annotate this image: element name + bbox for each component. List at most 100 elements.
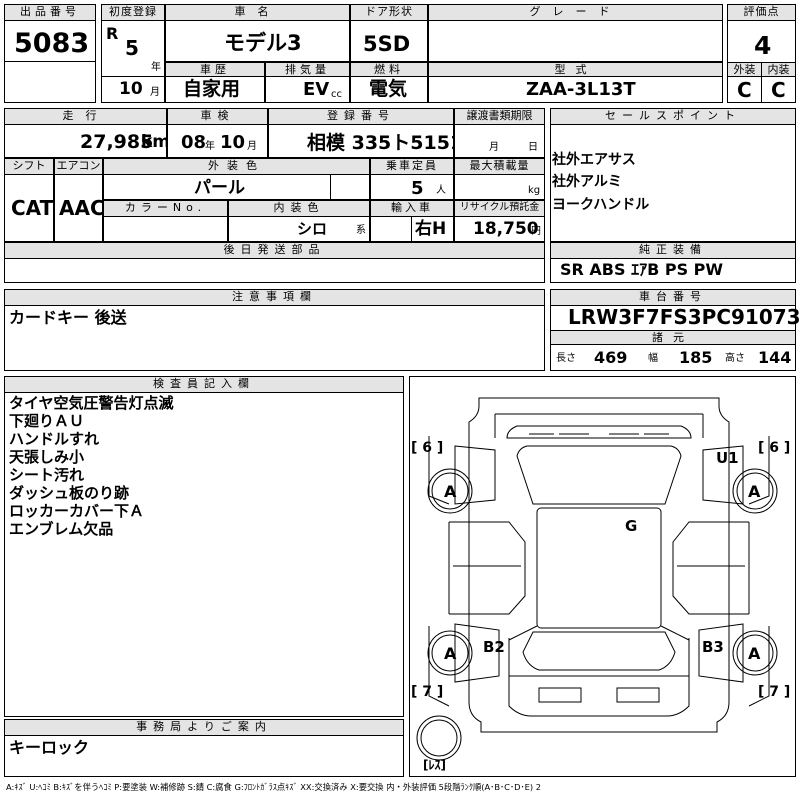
tire-mark-rear-left: A — [444, 644, 457, 663]
color-no-label: カラーNo. — [103, 200, 228, 217]
damage-mark-b2: B2 — [483, 638, 505, 656]
capacity-label: 乗車定員 — [370, 158, 454, 175]
inspector-line: 天張しみ小 — [9, 448, 85, 466]
tread-depth-rear-left: [ 7 ] — [411, 684, 444, 700]
mileage-label: 走行 — [4, 108, 167, 125]
car-name-label: 車名 — [165, 4, 350, 21]
history-label: 車歴 — [165, 62, 265, 77]
era: R — [106, 24, 119, 43]
interior-grade-label: 内装 — [761, 62, 796, 77]
history: 自家用 — [183, 78, 241, 100]
ac-label: エアコン — [54, 158, 103, 175]
inspector-line: エンブレム欠品 — [9, 520, 114, 538]
inspector-label: 検査員記入欄 — [4, 376, 404, 393]
displacement-label: 排気量 — [265, 62, 350, 77]
sales-line-2: 社外アルミ — [552, 174, 622, 190]
width-label: 幅 — [648, 353, 658, 364]
interior-color-label: 内装色 — [228, 200, 370, 217]
length-label: 長さ — [556, 353, 576, 364]
shift: CAT — [11, 196, 54, 220]
notes-text: カードキー 後送 — [9, 308, 127, 327]
spare-tire-label: [ﾚｽ] — [423, 758, 446, 772]
interior-color-unit: 系 — [356, 225, 366, 236]
import-label: 輸入車 — [370, 200, 454, 217]
capacity-unit: 人 — [436, 185, 446, 196]
sales-line-3: ヨークハンドル — [552, 197, 650, 213]
tread-depth-front-left: [ 6 ] — [411, 440, 444, 456]
year-unit: 年 — [151, 62, 161, 73]
width: 185 — [679, 348, 713, 367]
exterior-grade-label: 外装 — [727, 62, 762, 77]
sales-point-label: セールスポイント — [550, 108, 796, 125]
displacement-unit: cc — [331, 89, 342, 100]
load-unit: kg — [528, 185, 541, 196]
chassis-label: 車台番号 — [550, 289, 796, 306]
inspector-line: ハンドルすれ — [9, 430, 100, 448]
office-text: キーロック — [9, 738, 90, 757]
recycle-unit: 円 — [531, 226, 541, 237]
inspection-year-unit: 年 — [205, 141, 215, 152]
later-parts-label: 後日発送部品 — [4, 242, 545, 259]
tire-mark-front-left: A — [444, 482, 457, 501]
tire-mark-front-right: A — [748, 482, 761, 501]
damage-mark-b3: B3 — [702, 638, 724, 656]
recycle-label: リサイクル預託金 — [454, 200, 545, 217]
inspection-month: 10 — [220, 132, 246, 153]
inspector-line: 下廻りＡＵ — [9, 412, 85, 430]
height: 144 — [758, 348, 792, 367]
import-steering: 右H — [415, 219, 447, 239]
car-name: モデル3 — [224, 31, 302, 55]
transfer-label: 譲渡書類期限 — [454, 108, 545, 125]
damage-mark-u1: U1 — [716, 449, 739, 467]
displacement: EV — [303, 79, 330, 100]
first-reg-year: 5 — [125, 36, 139, 60]
inspector-line: タイヤ空気圧警告灯点滅 — [9, 394, 174, 412]
capacity: 5 — [411, 178, 424, 199]
first-reg-label: 初度登録 — [101, 4, 165, 21]
inspector-line: ロッカーカバー下Ａ — [9, 502, 145, 520]
first-reg-month: 10 — [119, 79, 143, 99]
transfer-day-unit: 日 — [528, 142, 538, 153]
damage-mark-g: G — [625, 517, 638, 535]
office-label: 事務局よりご案内 — [4, 719, 404, 736]
model-code: ZAA-3L13T — [526, 79, 636, 100]
car-damage-diagram — [416, 397, 778, 761]
length: 469 — [594, 348, 628, 367]
grade-label: グレード — [428, 4, 723, 21]
specs-label: 諸元 — [550, 330, 796, 345]
equipment-label: 純正装備 — [550, 242, 796, 259]
exterior-grade: C — [737, 78, 752, 102]
chassis-number: LRW3F7FS3PC910731 — [568, 305, 800, 329]
fuel: 電気 — [369, 78, 408, 100]
tread-depth-front-right: [ 6 ] — [758, 440, 791, 456]
mileage-unit: km — [141, 132, 171, 152]
lot-label: 出品番号 — [4, 4, 96, 21]
plate-label: 登録番号 — [268, 108, 454, 125]
transfer-month-unit: 月 — [489, 142, 499, 153]
legend: A:ｷｽﾞ U:ﾍｺﾐ B:ｷｽﾞを伴うﾍｺﾐ P:要塗装 W:補修跡 S:錆 … — [6, 782, 542, 792]
score-label: 評価点 — [727, 4, 796, 21]
interior-color: シロ — [297, 220, 328, 238]
shift-label: シフト — [4, 158, 54, 175]
exterior-color-label: 外装色 — [103, 158, 370, 175]
load-label: 最大積載量 — [454, 158, 545, 175]
inspection-label: 車検 — [167, 108, 268, 125]
plate-number: 相模 335ト5151 — [307, 132, 464, 154]
month-unit: 月 — [150, 87, 160, 98]
ac: AAC — [59, 196, 105, 220]
score: 4 — [754, 31, 772, 60]
inspection-month-unit: 月 — [247, 141, 257, 152]
exterior-color: パール — [194, 178, 245, 198]
inspector-line: ダッシュ板のり跡 — [9, 484, 130, 502]
tread-depth-rear-right: [ 7 ] — [758, 684, 791, 700]
lot-number: 5083 — [14, 28, 90, 59]
tire-mark-rear-right: A — [748, 644, 761, 663]
notes-label: 注意事項欄 — [4, 289, 545, 306]
inspection-year: 08 — [181, 132, 207, 153]
model-label: 型式 — [428, 62, 723, 77]
sales-line-1: 社外エアサス — [552, 152, 636, 168]
door-label: ドア形状 — [350, 4, 428, 21]
door-type: 5SD — [363, 32, 411, 56]
interior-grade: C — [771, 78, 786, 102]
equipment-list: SR ABS ｴｱB PS PW — [560, 260, 724, 279]
